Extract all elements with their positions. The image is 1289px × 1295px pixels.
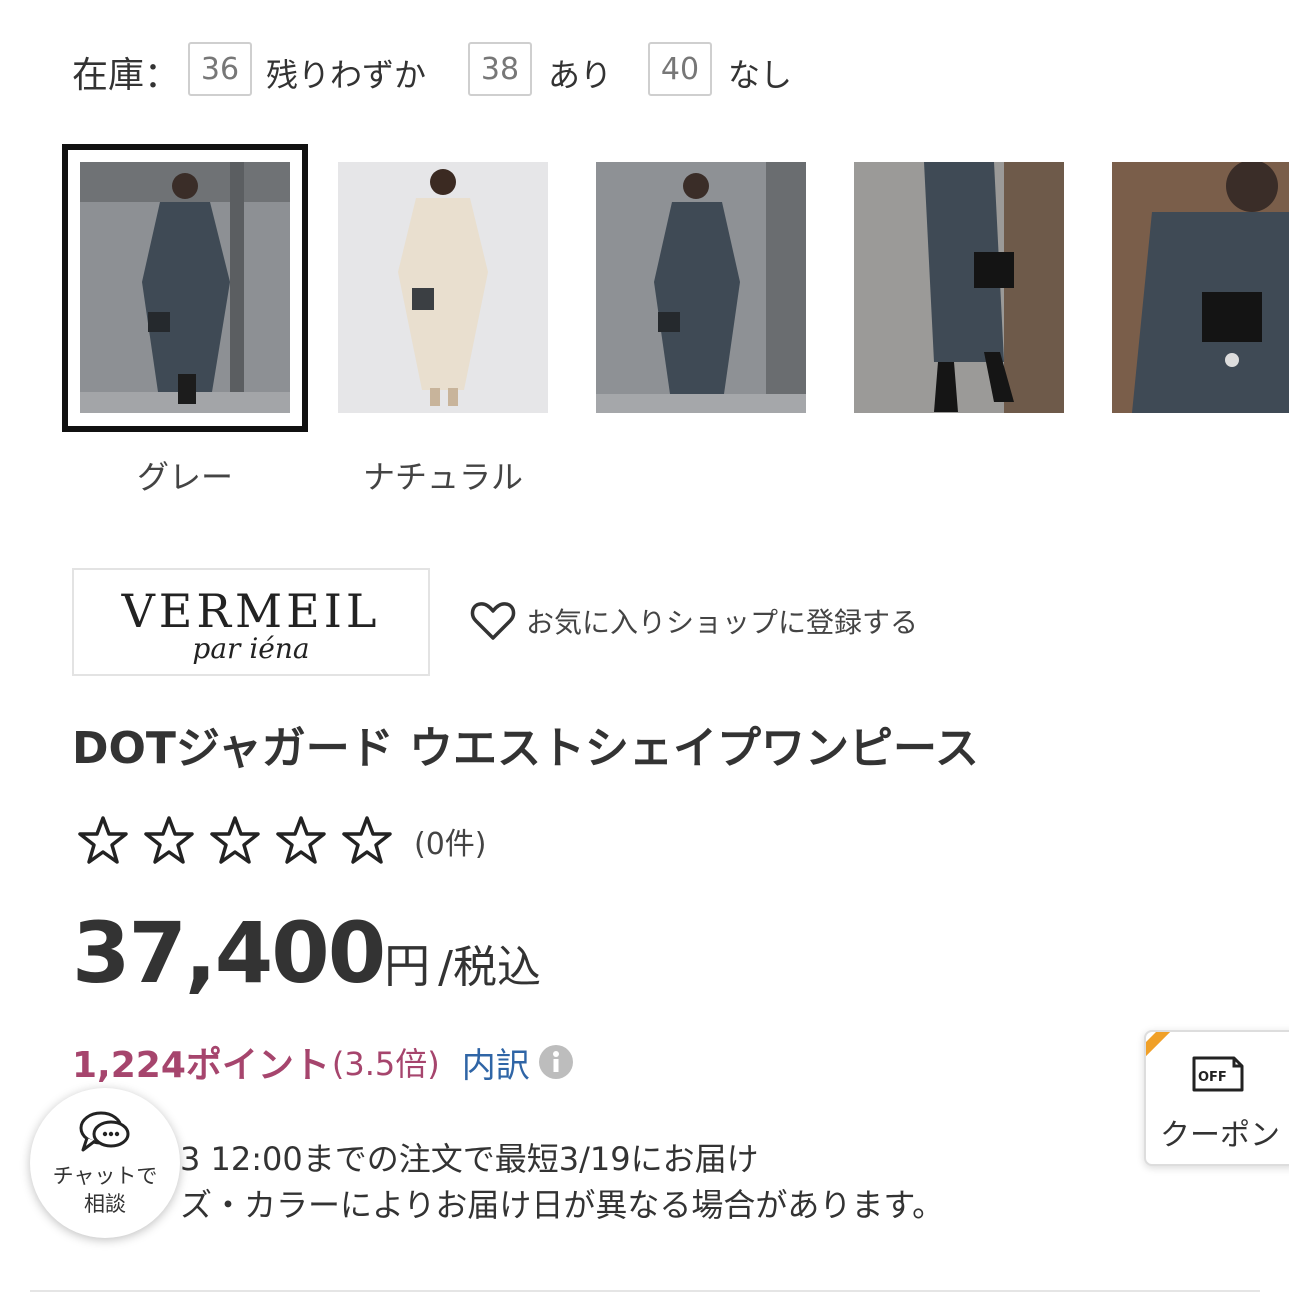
points-multiplier: (3.5倍) (331, 1045, 440, 1083)
star-icon (276, 816, 326, 864)
chat-bubble-icon (79, 1111, 130, 1152)
size-40-status: なし (728, 56, 793, 94)
thumb-natural[interactable] (338, 162, 548, 413)
thumb-model-2[interactable] (854, 162, 1064, 413)
bottom-divider (30, 1290, 1260, 1292)
shop-logo-main: VERMEIL (121, 584, 381, 638)
size-36-status: 残りわずか (266, 56, 427, 94)
review-count[interactable]: (0件) (414, 819, 487, 863)
favorite-shop-label: お気に入りショップに登録する (526, 606, 919, 639)
shop-logo[interactable]: VERMEIL par iéna (72, 568, 430, 676)
star-icon (210, 816, 260, 864)
price-unit: 円 (384, 939, 431, 993)
coupon-label: クーポン (1160, 1118, 1280, 1153)
size-36-box[interactable]: 36 (188, 42, 252, 96)
price-value: 37,400 (72, 904, 386, 1002)
delivery-line-2: ズ・カラーによりお届け日が異なる場合があります。 (180, 1186, 945, 1224)
product-title: DOTジャガード ウエストシェイプワンピース (72, 723, 979, 774)
star-icon (342, 816, 392, 864)
favorite-shop-button[interactable]: お気に入りショップに登録する (470, 600, 918, 642)
chat-consult-button[interactable]: チャットで 相談 (30, 1088, 180, 1238)
color-label-gray: グレー (136, 458, 233, 496)
size-38-box[interactable]: 38 (468, 42, 532, 96)
stock-label: 在庫： (72, 55, 181, 96)
star-icon (78, 816, 128, 864)
delivery-line-1: 3 12:00までの注文で最短3/19にお届け (180, 1140, 759, 1178)
points-row: 1,224ポイント (3.5倍) 内訳 (72, 1036, 574, 1088)
info-icon[interactable] (538, 1044, 574, 1080)
chat-label-line-2: 相談 (83, 1192, 126, 1216)
coupon-tab[interactable]: OFF クーポン (1144, 1030, 1289, 1166)
points-value: 1,224ポイント (72, 1045, 330, 1086)
color-label-natural: ナチュラル (362, 458, 523, 496)
thumb-gray[interactable] (80, 162, 290, 413)
shop-logo-sub: par iéna (192, 632, 310, 665)
heart-icon (470, 602, 516, 640)
points-breakdown-link[interactable]: 内訳 (462, 1038, 530, 1087)
delivery-info: 3 12:00までの注文で最短3/19にお届け ズ・カラーによりお届け日が異なる… (180, 1136, 944, 1228)
price: 37,400円/税込 (72, 904, 541, 1002)
size-38-status: あり (548, 56, 613, 94)
thumb-model-1[interactable] (596, 162, 806, 413)
coupon-icon-text: OFF (1198, 1070, 1227, 1085)
thumb-model-3[interactable] (1112, 162, 1289, 413)
star-icon (144, 816, 194, 864)
price-tax: /税込 (438, 942, 541, 993)
size-40-box[interactable]: 40 (648, 42, 712, 96)
coupon-ticket-icon: OFF (1192, 1056, 1244, 1092)
rating-row[interactable]: (0件) (74, 812, 487, 870)
chat-label-line-1: チャットで (52, 1164, 158, 1188)
